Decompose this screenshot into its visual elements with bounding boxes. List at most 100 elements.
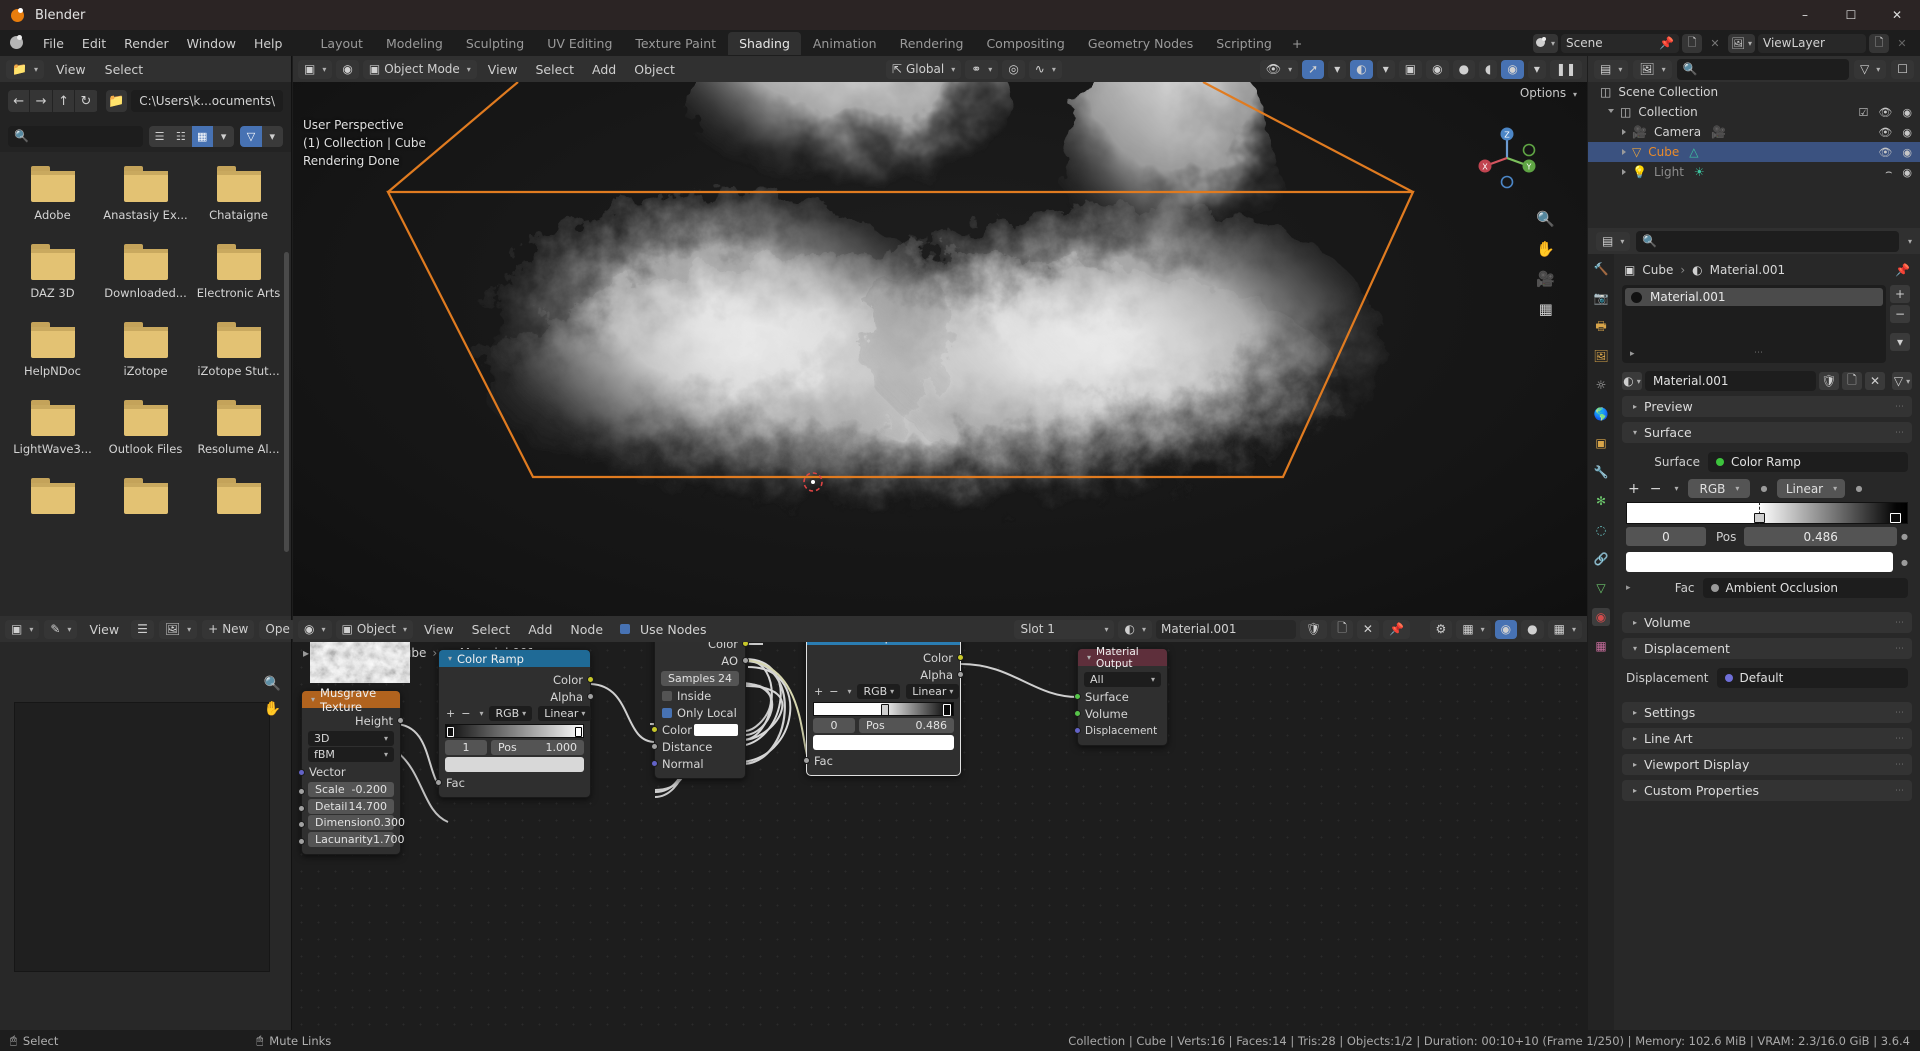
animate-dot-icon-2[interactable]: ● — [1855, 484, 1862, 493]
tab-constraints[interactable]: 🔗 — [1592, 550, 1610, 568]
list-item[interactable]: HelpNDoc — [6, 322, 99, 378]
editor-type-selector-filebrowser[interactable]: 📁 ▾ — [6, 59, 44, 79]
material-name-field[interactable]: Material.001 — [1155, 619, 1296, 639]
collapse-chevron-icon[interactable]: ▾ — [1087, 653, 1091, 662]
ramp2-pos-field[interactable]: Pos 0.486 — [859, 718, 954, 733]
properties-breadcrumb-material[interactable]: Material.001 — [1710, 263, 1785, 277]
list-item[interactable]: Adobe — [6, 166, 99, 222]
properties-options-chevron-icon[interactable]: ▾ — [1908, 237, 1912, 246]
displacement-value[interactable]: Default — [1716, 668, 1908, 688]
fake-user-shield-icon[interactable]: 🛡 — [1819, 372, 1839, 390]
filter-options-chevron-icon[interactable]: ▾ — [261, 125, 283, 147]
tab-tool[interactable]: 🔨 — [1592, 260, 1610, 278]
pin-id-icon[interactable]: 📌 — [1895, 263, 1910, 277]
material-specials-chevron-icon[interactable]: ▾ — [1890, 333, 1910, 351]
list-view-icon[interactable]: ☰ — [148, 125, 171, 147]
ortho-persp-toggle-icon[interactable]: ▦ — [1539, 300, 1553, 318]
tab-uv-editing[interactable]: UV Editing — [536, 32, 623, 55]
tab-physics[interactable]: ◌ — [1592, 521, 1610, 539]
camera-render-icon[interactable]: ◉ — [1902, 146, 1912, 159]
overlay-options-chevron-icon[interactable]: ▾ — [1376, 59, 1395, 79]
menu-file[interactable]: File — [34, 33, 73, 54]
eye-closed-icon[interactable]: ⌢ — [1885, 165, 1892, 179]
outliner-row-collection[interactable]: ◫ Collection ☑ 👁 ◉ — [1588, 102, 1920, 122]
editor-type-selector-viewport[interactable]: ▣ ▾ — [298, 59, 333, 79]
shading-solid-icon[interactable]: ● — [1452, 59, 1476, 79]
ramp1-stop-0-handle[interactable] — [447, 727, 454, 737]
ao-onlylocal-checkbox[interactable]: Only Local — [655, 704, 745, 721]
filebrowser-menu-view[interactable]: View — [49, 60, 93, 79]
filebrowser-menu-select[interactable]: Select — [98, 60, 151, 79]
back-arrow-icon[interactable]: ← — [8, 90, 30, 112]
surface-ramp-index-field[interactable]: 0 — [1626, 527, 1706, 546]
file-browser-scrollbar[interactable] — [284, 252, 289, 552]
properties-body[interactable]: ▣ Cube › ◐ Material.001 📌 Material.001 ▸… — [1614, 254, 1920, 1030]
ramp2-interpolation-select[interactable]: Linear ▾ — [906, 684, 960, 699]
socket-lacunarity-icon[interactable] — [298, 837, 305, 845]
pin-material-icon[interactable]: 📌 — [1382, 619, 1410, 639]
new-material-copy-icon[interactable]: 🗋 — [1842, 372, 1862, 390]
surface-shader-value[interactable]: Color Ramp — [1708, 452, 1908, 472]
socket-alpha-out-2-icon[interactable] — [957, 671, 964, 678]
node-output-alpha-2[interactable]: Alpha — [807, 666, 964, 683]
camera-render-icon[interactable]: ◉ — [1902, 166, 1912, 179]
ramp2-stop-0-handle[interactable] — [880, 704, 889, 716]
node-color-ramp-1[interactable]: ▾ Color Ramp Color Alpha + − ▾ RGB ▾ Lin… — [435, 649, 594, 798]
outliner-row-light[interactable]: 💡 Light ☀ ⌢ ◉ — [1588, 162, 1920, 182]
surface-ramp-stop-1-handle[interactable] — [1890, 513, 1901, 523]
surface-fac-value[interactable]: Ambient Occlusion — [1702, 578, 1908, 598]
node-input-ao-normal[interactable]: Normal — [651, 755, 745, 772]
image-editor-mode-icon[interactable]: ✎ ▾ — [44, 619, 78, 639]
node-musgrave-texture[interactable]: ▾ Musgrave Texture Height 3D ▾ fBM ▾ Vecto… — [298, 686, 405, 855]
snapping-magnet-icon[interactable]: ⚭ ▾ — [965, 59, 999, 79]
viewlayer-browse-icon[interactable]: 🖼 ▾ — [1728, 33, 1755, 53]
use-nodes-checkbox[interactable]: Use Nodes — [620, 622, 706, 637]
add-material-slot-button[interactable]: + — [1890, 285, 1910, 303]
camera-view-icon[interactable]: 🎥 — [1536, 270, 1555, 288]
list-item[interactable] — [6, 478, 99, 514]
tab-scripting[interactable]: Scripting — [1205, 32, 1283, 55]
tab-world[interactable]: 🌎 — [1592, 405, 1610, 423]
scene-browse-icon[interactable]: ▾ — [1533, 33, 1559, 53]
pan-hand-icon[interactable]: ✋ — [1536, 240, 1555, 258]
outliner-display-mode-icon[interactable]: 🖼 ▾ — [1633, 59, 1672, 79]
fac-expand-icon[interactable]: ▸ — [1626, 583, 1631, 593]
node-input-surface[interactable]: Surface — [1074, 688, 1167, 705]
musgrave-dimension-row[interactable]: Dimension 0.300 — [298, 815, 405, 830]
outliner-new-collection-icon[interactable]: ☐ — [1891, 59, 1914, 79]
node-ambient-occlusion[interactable]: ▾ Ambient Occlusion Color AO Samples 24 — [651, 642, 749, 779]
ramp-interpolation-select[interactable]: Linear ▾ — [1777, 479, 1846, 498]
musgrave-lacunarity-field[interactable]: Lacunarity 1.700 — [308, 831, 405, 847]
tool-settings-icon[interactable]: ◉ — [336, 59, 359, 79]
material-slot-selector[interactable]: Slot 1 ▾ — [1014, 619, 1115, 639]
node-canvas-wrapper[interactable]: ▸ ▣ Cube › ▽ Cube › ◐ Material.001 — [293, 642, 1587, 1030]
material-slot-link-icon[interactable]: ▽ ▾ — [1892, 372, 1912, 390]
node-options-chevron-icon[interactable]: ▦ ▾ — [1547, 619, 1582, 639]
node-input-vector[interactable]: Vector — [298, 764, 400, 781]
list-item[interactable]: Downloaded... — [99, 244, 192, 300]
browse-material-icon[interactable]: ◐ ▾ — [1622, 372, 1642, 390]
socket-ao-icon[interactable] — [742, 657, 749, 664]
properties-search-input[interactable]: 🔍 — [1636, 230, 1899, 252]
outliner-row-cube[interactable]: ▽ Cube △ 👁 ◉ — [1588, 142, 1920, 162]
node-menu-add[interactable]: Add — [521, 620, 559, 639]
socket-color-out-icon[interactable] — [587, 676, 594, 683]
tab-geometry-nodes[interactable]: Geometry Nodes — [1077, 32, 1204, 55]
pause-render-icon[interactable]: ❚❚ — [1549, 59, 1582, 79]
musgrave-type-select[interactable]: fBM ▾ — [308, 747, 394, 762]
viewport-menu-select[interactable]: Select — [528, 60, 581, 79]
tab-modifiers[interactable]: 🔧 — [1592, 463, 1610, 481]
panel-header-line-art[interactable]: ▸ Line Art ⋯ — [1622, 728, 1912, 749]
node-backdrop-icon[interactable]: ◉ — [1494, 619, 1518, 639]
node-input-ao-distance[interactable]: Distance — [651, 738, 745, 755]
node-output-alpha-1[interactable]: Alpha — [439, 688, 594, 705]
animate-dot-icon-4[interactable]: ● — [1901, 558, 1908, 567]
ramp1-interpolation-select[interactable]: Linear ▾ — [538, 706, 592, 721]
surface-ramp-color-swatch[interactable] — [1626, 552, 1894, 572]
panel-header-viewport-display[interactable]: ▸ Viewport Display ⋯ — [1622, 754, 1912, 775]
parent-directory-icon[interactable]: ↑ — [52, 90, 75, 112]
ramp2-color-mode-select[interactable]: RGB ▾ — [857, 684, 901, 699]
ao-color-swatch[interactable] — [694, 723, 738, 736]
tab-texture-paint[interactable]: Texture Paint — [624, 32, 727, 55]
new-viewlayer-icon[interactable]: 🗋 — [1869, 33, 1889, 53]
